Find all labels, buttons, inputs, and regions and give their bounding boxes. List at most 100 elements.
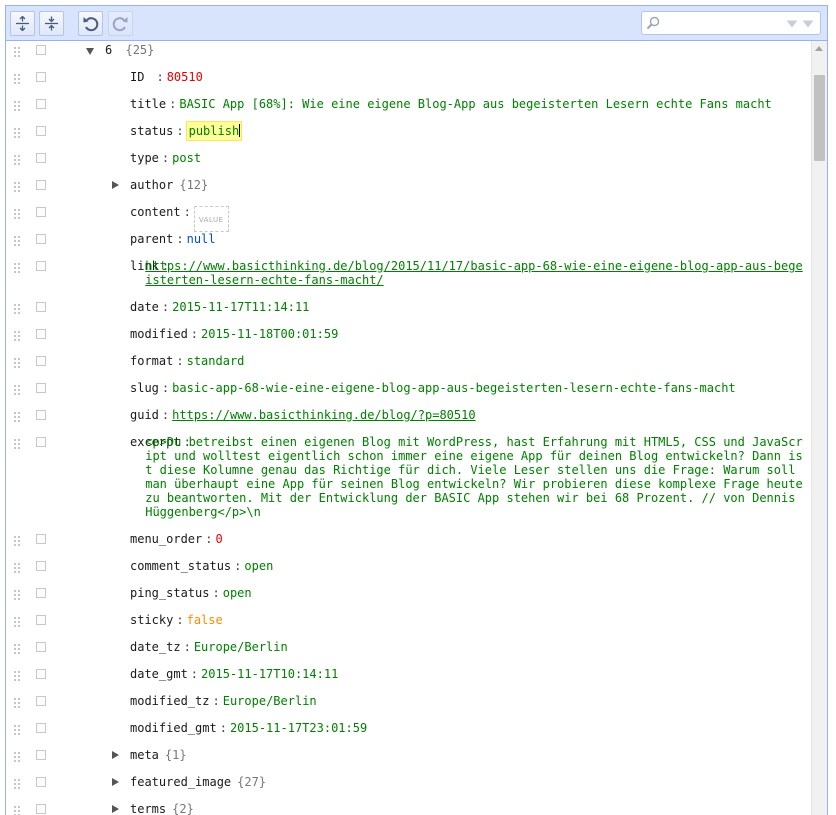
drag-handle-icon[interactable] — [13, 724, 21, 735]
collapse-all-button[interactable] — [39, 11, 64, 36]
drag-handle-icon[interactable] — [13, 181, 21, 192]
drag-handle-icon[interactable] — [13, 330, 21, 341]
drag-handle-icon[interactable] — [13, 616, 21, 627]
drag-handle-icon[interactable] — [13, 127, 21, 138]
context-menu-icon[interactable] — [36, 72, 46, 82]
field-value[interactable]: https://www.basicthinking.de/blog/2015/1… — [145, 259, 803, 287]
field-value[interactable]: post — [172, 151, 201, 165]
context-menu-icon[interactable] — [36, 45, 46, 55]
drag-handle-icon[interactable] — [13, 751, 21, 762]
field-key[interactable]: slug — [130, 381, 159, 395]
search-previous-icon[interactable] — [802, 20, 814, 28]
drag-handle-icon[interactable] — [13, 643, 21, 654]
field-key[interactable]: menu_order — [130, 532, 202, 546]
field-key[interactable]: parent — [130, 232, 173, 246]
vertical-scrollbar[interactable] — [811, 41, 827, 815]
context-menu-icon[interactable] — [36, 383, 46, 393]
expand-all-button[interactable] — [10, 11, 35, 36]
field-key[interactable]: ID — [130, 70, 144, 84]
field-key[interactable]: format — [130, 354, 173, 368]
drag-handle-icon[interactable] — [13, 670, 21, 681]
expand-icon[interactable] — [112, 751, 119, 759]
drag-handle-icon[interactable] — [13, 357, 21, 368]
context-menu-icon[interactable] — [36, 642, 46, 652]
drag-handle-icon[interactable] — [13, 805, 21, 815]
drag-handle-icon[interactable] — [13, 235, 21, 246]
field-value[interactable]: BASIC App [68%]: Wie eine eigene Blog-Ap… — [179, 97, 771, 111]
field-value[interactable]: false — [187, 613, 223, 627]
field-key[interactable]: modified_gmt — [130, 721, 217, 735]
search-next-icon[interactable] — [786, 20, 798, 28]
field-key[interactable]: guid — [130, 408, 159, 422]
context-menu-icon[interactable] — [36, 437, 46, 447]
field-key[interactable]: modified — [130, 327, 188, 341]
field-value[interactable]: Europe/Berlin — [223, 694, 317, 708]
redo-button[interactable] — [108, 11, 133, 36]
drag-handle-icon[interactable] — [13, 589, 21, 600]
empty-value-placeholder[interactable]: VALUE — [193, 206, 229, 232]
field-key[interactable]: comment_status — [130, 559, 231, 573]
drag-handle-icon[interactable] — [13, 262, 21, 273]
search-input[interactable] — [664, 14, 774, 32]
context-menu-icon[interactable] — [36, 126, 46, 136]
drag-handle-icon[interactable] — [13, 562, 21, 573]
context-menu-icon[interactable] — [36, 180, 46, 190]
context-menu-icon[interactable] — [36, 261, 46, 271]
field-key[interactable]: title — [130, 97, 166, 111]
collapse-icon[interactable] — [86, 48, 94, 55]
drag-handle-icon[interactable] — [13, 303, 21, 314]
field-key[interactable]: date — [130, 300, 159, 314]
context-menu-icon[interactable] — [36, 669, 46, 679]
expand-icon[interactable] — [112, 181, 119, 189]
scroll-up-icon[interactable] — [815, 46, 823, 51]
field-key[interactable]: content — [130, 205, 181, 219]
drag-handle-icon[interactable] — [13, 208, 21, 219]
field-value[interactable]: 2015-11-17T10:14:11 — [201, 667, 338, 681]
drag-handle-icon[interactable] — [13, 438, 21, 449]
field-value[interactable]: open — [244, 559, 273, 573]
context-menu-icon[interactable] — [36, 99, 46, 109]
field-value[interactable]: open — [223, 586, 252, 600]
field-value[interactable]: 2015-11-17T11:14:11 — [172, 300, 309, 314]
context-menu-icon[interactable] — [36, 723, 46, 733]
field-key[interactable]: modified_tz — [130, 694, 209, 708]
context-menu-icon[interactable] — [36, 561, 46, 571]
field-key[interactable]: status — [130, 124, 173, 138]
context-menu-icon[interactable] — [36, 696, 46, 706]
field-value[interactable]: standard — [187, 354, 245, 368]
field-value[interactable]: 2015-11-18T00:01:59 — [201, 327, 338, 341]
field-key[interactable]: sticky — [130, 613, 173, 627]
field-value[interactable]: Europe/Berlin — [194, 640, 288, 654]
drag-handle-icon[interactable] — [13, 411, 21, 422]
context-menu-icon[interactable] — [36, 804, 46, 814]
context-menu-icon[interactable] — [36, 534, 46, 544]
field-value[interactable]: publish — [185, 121, 243, 141]
context-menu-icon[interactable] — [36, 356, 46, 366]
field-key[interactable]: type — [130, 151, 159, 165]
drag-handle-icon[interactable] — [13, 73, 21, 84]
undo-button[interactable] — [78, 11, 103, 36]
field-key[interactable]: author — [130, 178, 173, 192]
field-key[interactable]: meta — [130, 748, 159, 762]
context-menu-icon[interactable] — [36, 777, 46, 787]
field-value[interactable]: basic-app-68-wie-eine-eigene-blog-app-au… — [172, 381, 736, 395]
field-key[interactable]: terms — [130, 802, 166, 815]
context-menu-icon[interactable] — [36, 234, 46, 244]
field-value[interactable]: https://www.basicthinking.de/blog/?p=805… — [172, 408, 475, 422]
context-menu-icon[interactable] — [36, 615, 46, 625]
expand-icon[interactable] — [112, 778, 119, 786]
context-menu-icon[interactable] — [36, 750, 46, 760]
field-value[interactable]: <p>Du betreibst einen eigenen Blog mit W… — [145, 435, 803, 519]
context-menu-icon[interactable] — [36, 302, 46, 312]
drag-handle-icon[interactable] — [13, 100, 21, 111]
field-value[interactable]: 80510 — [167, 70, 203, 84]
field-key[interactable]: ping_status — [130, 586, 209, 600]
context-menu-icon[interactable] — [36, 329, 46, 339]
scrollbar-thumb[interactable] — [814, 75, 825, 161]
field-key[interactable]: featured_image — [130, 775, 231, 789]
drag-handle-icon[interactable] — [13, 384, 21, 395]
drag-handle-icon[interactable] — [13, 535, 21, 546]
context-menu-icon[interactable] — [36, 153, 46, 163]
drag-handle-icon[interactable] — [13, 697, 21, 708]
context-menu-icon[interactable] — [36, 410, 46, 420]
